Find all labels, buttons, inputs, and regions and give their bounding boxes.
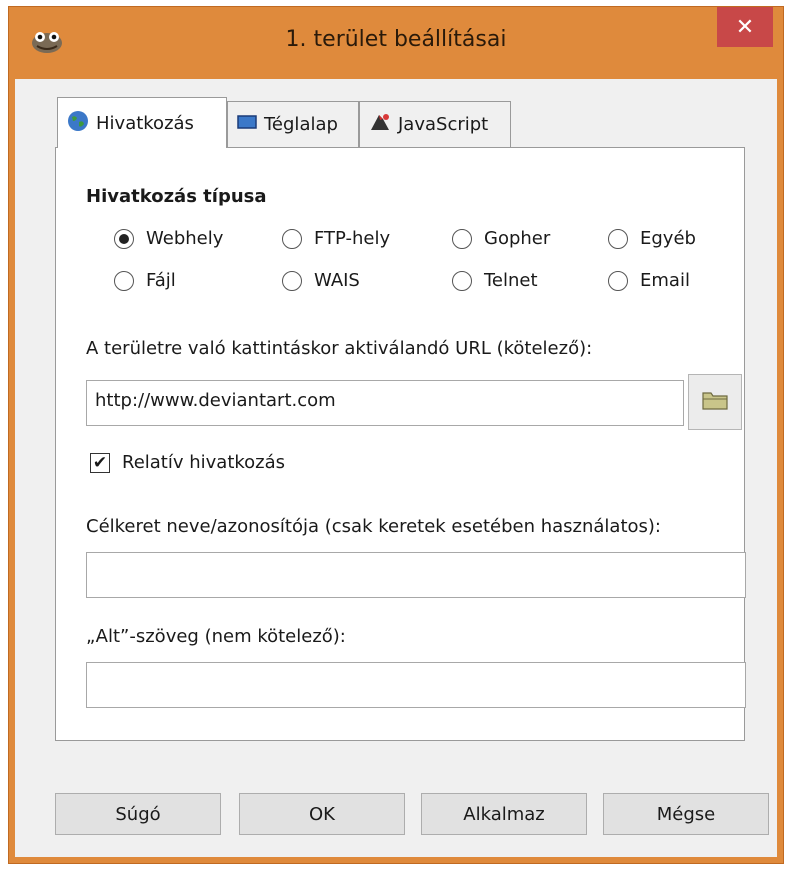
javascript-icon [368, 111, 392, 138]
target-frame-input[interactable] [86, 552, 746, 598]
radio-egyeb[interactable]: Egyéb [608, 228, 696, 249]
radio-circle [282, 270, 302, 291]
radio-circle [608, 270, 628, 291]
url-label: A területre való kattintáskor aktiváland… [86, 338, 593, 359]
radio-ftp[interactable]: FTP-hely [282, 228, 390, 249]
tab-teglalap[interactable]: Téglalap [227, 101, 359, 147]
alt-text-input[interactable] [86, 662, 746, 708]
radio-circle [608, 228, 628, 249]
tab-panel-hivatkozas: Hivatkozás típusa Webhely FTP-hely Gophe… [55, 147, 746, 741]
radio-circle [114, 270, 134, 291]
tab-label: Hivatkozás [96, 112, 194, 134]
radio-label: Email [640, 270, 690, 291]
radio-label: Fájl [146, 270, 176, 291]
close-button[interactable]: ✕ [717, 7, 773, 47]
folder-icon [701, 389, 729, 415]
radio-label: Egyéb [640, 228, 696, 249]
window-title: 1. terület beállításai [285, 27, 507, 52]
radio-fajl[interactable]: Fájl [114, 270, 176, 291]
radio-label: WAIS [314, 270, 360, 291]
radio-webhely[interactable]: Webhely [114, 228, 223, 249]
radio-circle [452, 270, 472, 291]
checkbox-label: Relatív hivatkozás [122, 452, 286, 473]
link-type-heading: Hivatkozás típusa [86, 186, 267, 207]
target-frame-label: Célkeret neve/azonosítója (csak keretek … [86, 516, 661, 537]
ok-button[interactable]: OK [239, 793, 405, 835]
tab-hivatkozas[interactable]: Hivatkozás [57, 97, 227, 148]
browse-button[interactable] [688, 374, 742, 430]
rectangle-icon [236, 113, 258, 136]
apply-button[interactable]: Alkalmaz [421, 793, 587, 835]
radio-circle [282, 228, 302, 249]
radio-label: Webhely [146, 228, 224, 249]
radio-label: Telnet [484, 270, 538, 291]
url-input[interactable]: http://www.deviantart.com [86, 380, 684, 426]
radio-wais[interactable]: WAIS [282, 270, 360, 291]
radio-circle [114, 228, 134, 249]
cancel-button[interactable]: Mégse [603, 793, 769, 835]
help-button[interactable]: Súgó [55, 793, 221, 835]
tab-label: JavaScript [398, 114, 489, 135]
radio-circle [452, 228, 472, 249]
radio-label: Gopher [484, 228, 551, 249]
alt-text-label: „Alt”-szöveg (nem kötelező): [86, 626, 346, 647]
dialog-content: Hivatkozás Téglalap JavaScript Hivatkozá… [15, 79, 777, 857]
relative-link-checkbox[interactable]: ✔ Relatív hivatkozás [90, 452, 285, 473]
radio-label: FTP-hely [314, 228, 391, 249]
radio-telnet[interactable]: Telnet [452, 270, 538, 291]
checkbox-box: ✔ [90, 452, 110, 473]
tab-javascript[interactable]: JavaScript [359, 101, 511, 147]
radio-email[interactable]: Email [608, 270, 690, 291]
title-bar[interactable]: 1. terület beállításai ✕ [9, 7, 783, 79]
dialog-window: 1. terület beállításai ✕ Hivatkozás Tégl… [8, 6, 784, 864]
radio-gopher[interactable]: Gopher [452, 228, 550, 249]
tab-label: Téglalap [264, 114, 338, 135]
globe-icon [66, 109, 90, 138]
